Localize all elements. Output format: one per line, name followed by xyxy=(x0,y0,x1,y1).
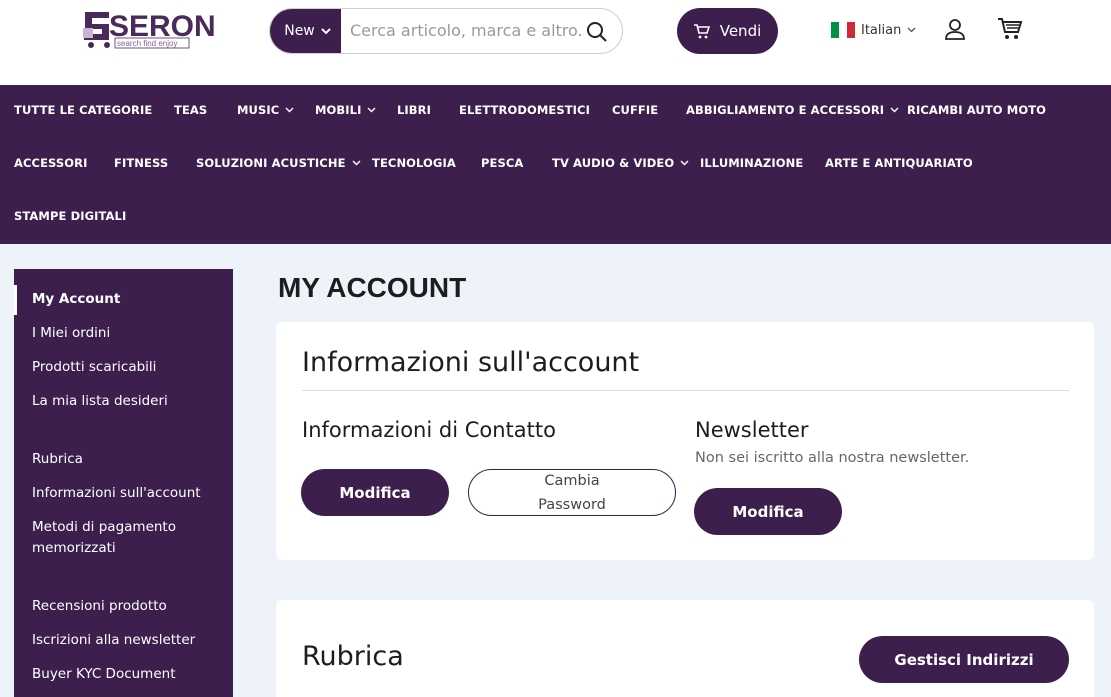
change-password-button[interactable]: Cambia Password xyxy=(468,469,676,516)
chevron-down-icon xyxy=(321,27,331,34)
account-sidebar: My Account I Miei ordini Prodotti scaric… xyxy=(14,269,233,697)
nav-item-abbigliamento-e-accessori[interactable]: ABBIGLIAMENTO E ACCESSORI xyxy=(686,103,899,117)
shopping-cart-icon[interactable] xyxy=(997,16,1023,42)
sidebar-item-downloadable-products[interactable]: Prodotti scaricabili xyxy=(32,357,222,378)
page-title: MY ACCOUNT xyxy=(278,272,467,303)
search-scope-label: New xyxy=(284,23,315,39)
sidebar-item-product-reviews[interactable]: Recensioni prodotto xyxy=(32,596,222,617)
nav-item-libri[interactable]: LIBRI xyxy=(397,103,431,117)
edit-newsletter-button[interactable]: Modifica xyxy=(694,488,842,535)
sidebar-item-account-info[interactable]: Informazioni sull'account xyxy=(32,483,222,504)
sidebar-item-payment-methods[interactable]: Metodi di pagamento memorizzati xyxy=(32,517,222,559)
sidebar-item-wishlist[interactable]: La mia lista desideri xyxy=(32,391,222,412)
chevron-down-icon xyxy=(890,107,899,113)
nav-item-music[interactable]: MUSIC xyxy=(237,103,294,117)
chevron-down-icon xyxy=(285,107,294,113)
nav-item-pesca[interactable]: PESCA xyxy=(481,156,523,170)
newsletter-heading: Newsletter xyxy=(695,418,809,442)
nav-item-mobili[interactable]: MOBILI xyxy=(315,103,376,117)
seron-logo[interactable]: SERON search find enjoy xyxy=(79,8,219,50)
chevron-down-icon xyxy=(352,160,361,166)
nav-item-tutte-le-categorie[interactable]: TUTTE LE CATEGORIE xyxy=(14,103,152,117)
nav-item-soluzioni-acustiche[interactable]: SOLUZIONI ACUSTICHE xyxy=(196,156,361,170)
newsletter-status: Non sei iscritto alla nostra newsletter. xyxy=(695,450,970,466)
chevron-down-icon xyxy=(680,160,689,166)
nav-item-ricambi-auto-moto[interactable]: RICAMBI AUTO MOTO xyxy=(907,103,1046,117)
divider xyxy=(302,390,1069,391)
manage-addresses-button[interactable]: Gestisci Indirizzi xyxy=(859,636,1069,683)
nav-item-tecnologia[interactable]: TECNOLOGIA xyxy=(372,156,456,170)
nav-item-fitness[interactable]: FITNESS xyxy=(114,156,168,170)
account-info-heading: Informazioni sull'account xyxy=(302,347,640,378)
sell-label: Vendi xyxy=(719,22,762,40)
sidebar-item-my-account[interactable]: My Account xyxy=(32,289,222,310)
sidebar-item-orders[interactable]: I Miei ordini xyxy=(32,323,222,344)
search-input[interactable]: Cerca articolo, marca e altro. xyxy=(350,21,583,40)
nav-item-tv-audio-video[interactable]: TV AUDIO & VIDEO xyxy=(552,156,689,170)
nav-item-elettrodomestici[interactable]: ELETTRODOMESTICI xyxy=(459,103,590,117)
contact-info-heading: Informazioni di Contatto xyxy=(302,418,556,442)
category-nav: TUTTE LE CATEGORIE TEAS MUSIC MOBILI LIB… xyxy=(0,85,1111,244)
language-selector[interactable]: Italian xyxy=(831,22,916,38)
nav-item-accessori[interactable]: ACCESSORI xyxy=(14,156,88,170)
chevron-down-icon xyxy=(907,27,916,33)
user-icon[interactable] xyxy=(944,18,966,40)
search-icon[interactable] xyxy=(586,21,608,43)
header: SERON search find enjoy New Cerca artico… xyxy=(0,0,1111,85)
sidebar-item-newsletter[interactable]: Iscrizioni alla newsletter xyxy=(32,630,222,651)
cart-icon xyxy=(693,23,710,38)
nav-item-illuminazione[interactable]: ILLUMINAZIONE xyxy=(700,156,803,170)
nav-item-stampe-digitali[interactable]: STAMPE DIGITALI xyxy=(14,209,126,223)
nav-item-teas[interactable]: TEAS xyxy=(174,103,207,117)
search-bar: New Cerca articolo, marca e altro. xyxy=(269,8,623,54)
sidebar-item-kyc-document[interactable]: Buyer KYC Document xyxy=(32,664,222,685)
chevron-down-icon xyxy=(367,107,376,113)
sell-button[interactable]: Vendi xyxy=(677,8,778,54)
edit-contact-button[interactable]: Modifica xyxy=(301,469,449,516)
language-label: Italian xyxy=(861,22,902,38)
nav-item-cuffie[interactable]: CUFFIE xyxy=(612,103,658,117)
active-indicator xyxy=(14,285,17,315)
italy-flag-icon xyxy=(831,22,855,38)
search-scope-select[interactable]: New xyxy=(270,9,341,53)
address-book-heading: Rubrica xyxy=(302,641,404,672)
svg-text:search find enjoy: search find enjoy xyxy=(117,39,177,48)
sidebar-item-address-book[interactable]: Rubrica xyxy=(32,449,222,470)
nav-item-arte-e-antiquariato[interactable]: ARTE E ANTIQUARIATO xyxy=(825,156,973,170)
